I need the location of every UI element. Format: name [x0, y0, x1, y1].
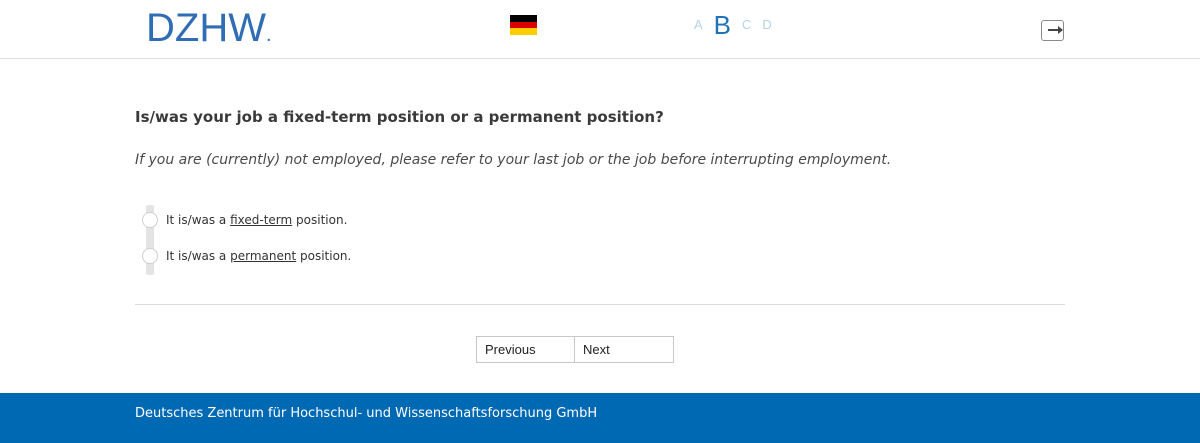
- option-prefix: It is/was a: [166, 249, 231, 263]
- option-emphasis: fixed-term: [230, 213, 293, 227]
- next-button[interactable]: Next: [575, 336, 674, 363]
- option-suffix: position.: [292, 213, 348, 227]
- question-instruction: If you are (currently) not employed, ple…: [135, 152, 892, 168]
- exit-button[interactable]: [1041, 20, 1064, 41]
- divider: [135, 304, 1065, 305]
- progress-letter-a: A: [694, 17, 703, 32]
- progress-letter-c: C: [742, 17, 752, 32]
- option-prefix: It is/was a: [166, 213, 231, 227]
- radio-permanent[interactable]: [142, 248, 158, 264]
- dzhw-logo[interactable]: DZHW.: [146, 8, 272, 55]
- footer: Deutsches Zentrum für Hochschul- und Wis…: [0, 393, 1200, 443]
- progress-letter-b: B: [713, 10, 732, 40]
- option-suffix: position.: [296, 249, 352, 263]
- logo-dot: .: [265, 24, 272, 46]
- flag-stripe-gold: [510, 28, 537, 36]
- option-fixed-term-label[interactable]: It is/was a fixed-term position.: [166, 213, 347, 227]
- navigation-buttons: Previous Next: [476, 336, 674, 363]
- german-flag-icon[interactable]: [510, 15, 537, 36]
- header: DZHW. A B C D: [0, 0, 1200, 59]
- flag-stripe-black: [510, 15, 537, 22]
- logo-text: DZHW: [146, 6, 266, 50]
- progress-letter-d: D: [762, 17, 772, 32]
- flag-stripe-red: [510, 21, 537, 29]
- previous-button[interactable]: Previous: [476, 336, 575, 363]
- progress-letters: A B C D: [694, 12, 783, 38]
- option-permanent-label[interactable]: It is/was a permanent position.: [166, 249, 351, 263]
- radio-fixed-term[interactable]: [142, 212, 158, 228]
- option-emphasis: permanent: [230, 249, 297, 263]
- exit-icon: [1048, 26, 1063, 34]
- footer-text: Deutsches Zentrum für Hochschul- und Wis…: [135, 406, 598, 421]
- question-title: Is/was your job a fixed-term position or…: [135, 108, 664, 126]
- option-fixed-term[interactable]: It is/was a fixed-term position.: [142, 210, 347, 230]
- option-permanent[interactable]: It is/was a permanent position.: [142, 246, 351, 266]
